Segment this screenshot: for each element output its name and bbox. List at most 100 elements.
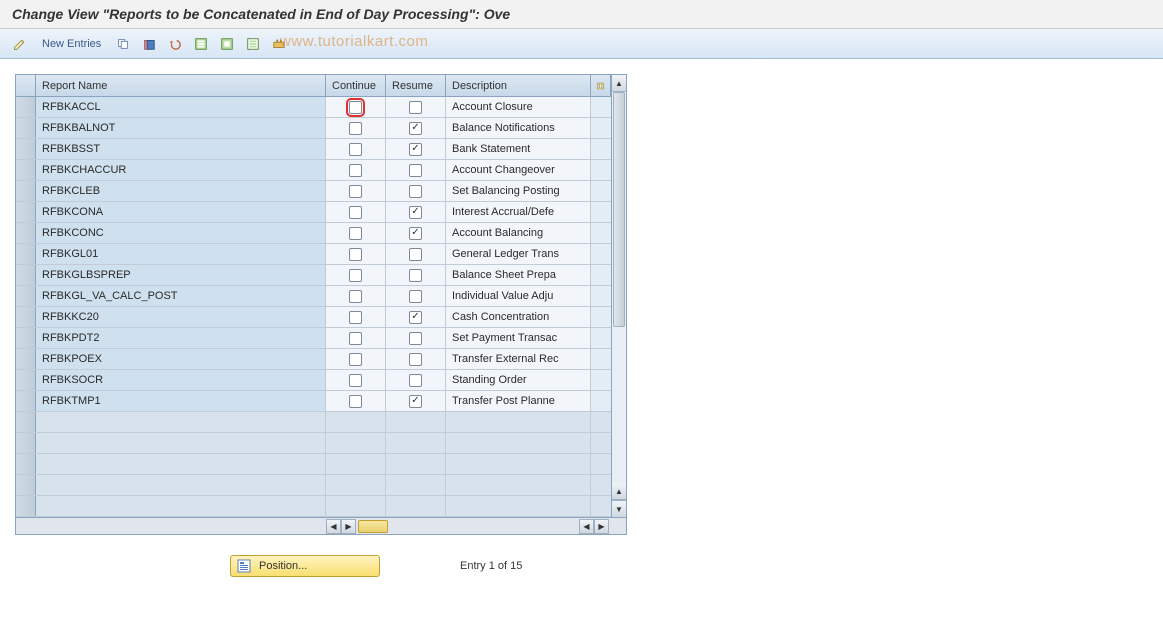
hscroll-right2-button[interactable]: ▶ — [594, 519, 609, 534]
continue-checkbox[interactable] — [349, 143, 362, 156]
resume-checkbox[interactable] — [409, 185, 422, 198]
scroll-thumb[interactable] — [613, 92, 625, 327]
deselect-all-icon[interactable] — [243, 34, 263, 54]
cell-description[interactable]: Transfer Post Planne — [446, 391, 591, 411]
row-selector[interactable] — [16, 349, 36, 369]
continue-checkbox[interactable] — [349, 185, 362, 198]
row-selector[interactable] — [16, 139, 36, 159]
resume-checkbox[interactable] — [409, 395, 422, 408]
row-selector[interactable] — [16, 391, 36, 411]
row-selector[interactable] — [16, 181, 36, 201]
row-selector[interactable] — [16, 97, 36, 117]
continue-checkbox[interactable] — [349, 290, 362, 303]
select-block-icon[interactable] — [217, 34, 237, 54]
col-header-description[interactable]: Description — [446, 75, 591, 96]
cell-description[interactable]: Balance Notifications — [446, 118, 591, 138]
scroll-down-near-button[interactable]: ▲ — [612, 483, 626, 500]
col-header-name[interactable]: Report Name — [36, 75, 326, 96]
resume-checkbox[interactable] — [409, 227, 422, 240]
resume-checkbox[interactable] — [409, 290, 422, 303]
cell-description[interactable]: Balance Sheet Prepa — [446, 265, 591, 285]
row-selector[interactable] — [16, 496, 36, 516]
resume-checkbox[interactable] — [409, 353, 422, 366]
cell-description[interactable]: Transfer External Rec — [446, 349, 591, 369]
row-selector[interactable] — [16, 118, 36, 138]
hscroll-left2-button[interactable]: ◀ — [579, 519, 594, 534]
undo-icon[interactable] — [165, 34, 185, 54]
delete-icon[interactable] — [139, 34, 159, 54]
row-selector[interactable] — [16, 202, 36, 222]
continue-checkbox[interactable] — [349, 248, 362, 261]
continue-checkbox[interactable] — [349, 206, 362, 219]
cell-report-name[interactable]: RFBKGL01 — [36, 244, 326, 264]
resume-checkbox[interactable] — [409, 248, 422, 261]
row-selector[interactable] — [16, 454, 36, 474]
resume-checkbox[interactable] — [409, 164, 422, 177]
row-selector[interactable] — [16, 370, 36, 390]
cell-report-name[interactable]: RFBKGLBSPREP — [36, 265, 326, 285]
resume-checkbox[interactable] — [409, 269, 422, 282]
row-selector[interactable] — [16, 475, 36, 495]
cell-report-name[interactable]: RFBKCLEB — [36, 181, 326, 201]
continue-checkbox[interactable] — [349, 164, 362, 177]
resume-checkbox[interactable] — [409, 122, 422, 135]
toggle-edit-icon[interactable] — [10, 34, 30, 54]
cell-description[interactable]: Set Balancing Posting — [446, 181, 591, 201]
resume-checkbox[interactable] — [409, 311, 422, 324]
hscroll-left-button[interactable]: ◀ — [326, 519, 341, 534]
row-selector[interactable] — [16, 223, 36, 243]
scroll-down-button[interactable]: ▼ — [612, 500, 626, 517]
cell-report-name[interactable]: RFBKPOEX — [36, 349, 326, 369]
cell-description[interactable]: Bank Statement — [446, 139, 591, 159]
cell-description[interactable]: Account Closure — [446, 97, 591, 117]
vertical-scrollbar[interactable]: ▲ ▲ ▼ — [611, 75, 626, 517]
col-header-continue[interactable]: Continue — [326, 75, 386, 96]
cell-report-name[interactable]: RFBKBALNOT — [36, 118, 326, 138]
resume-checkbox[interactable] — [409, 332, 422, 345]
continue-checkbox[interactable] — [349, 395, 362, 408]
scroll-track[interactable] — [612, 92, 626, 483]
position-button[interactable]: Position... — [230, 555, 380, 577]
cell-description[interactable]: Standing Order — [446, 370, 591, 390]
continue-checkbox[interactable] — [349, 101, 362, 114]
cell-description[interactable]: Account Changeover — [446, 160, 591, 180]
cell-description[interactable]: Interest Accrual/Defe — [446, 202, 591, 222]
row-selector[interactable] — [16, 412, 36, 432]
cell-description[interactable]: Account Balancing — [446, 223, 591, 243]
resume-checkbox[interactable] — [409, 143, 422, 156]
row-selector[interactable] — [16, 307, 36, 327]
col-header-config[interactable] — [591, 75, 611, 96]
cell-report-name[interactable]: RFBKCONC — [36, 223, 326, 243]
resume-checkbox[interactable] — [409, 206, 422, 219]
cell-report-name[interactable]: RFBKCONA — [36, 202, 326, 222]
continue-checkbox[interactable] — [349, 353, 362, 366]
continue-checkbox[interactable] — [349, 311, 362, 324]
cell-description[interactable]: Individual Value Adju — [446, 286, 591, 306]
continue-checkbox[interactable] — [349, 269, 362, 282]
hscroll-thumb[interactable] — [358, 520, 388, 533]
continue-checkbox[interactable] — [349, 332, 362, 345]
continue-checkbox[interactable] — [349, 227, 362, 240]
new-entries-button[interactable]: New Entries — [36, 38, 107, 50]
row-selector[interactable] — [16, 433, 36, 453]
select-all-icon[interactable] — [191, 34, 211, 54]
row-selector[interactable] — [16, 328, 36, 348]
hscroll-right-button[interactable]: ▶ — [341, 519, 356, 534]
cell-report-name[interactable]: RFBKPDT2 — [36, 328, 326, 348]
select-all-column[interactable] — [16, 75, 36, 96]
row-selector[interactable] — [16, 286, 36, 306]
row-selector[interactable] — [16, 244, 36, 264]
cell-report-name[interactable]: RFBKACCL — [36, 97, 326, 117]
row-selector[interactable] — [16, 160, 36, 180]
cell-report-name[interactable]: RFBKTMP1 — [36, 391, 326, 411]
scroll-up-button[interactable]: ▲ — [612, 75, 626, 92]
cell-description[interactable]: Set Payment Transac — [446, 328, 591, 348]
resume-checkbox[interactable] — [409, 374, 422, 387]
cell-report-name[interactable]: RFBKSOCR — [36, 370, 326, 390]
continue-checkbox[interactable] — [349, 374, 362, 387]
cell-description[interactable]: General Ledger Trans — [446, 244, 591, 264]
cell-report-name[interactable]: RFBKKC20 — [36, 307, 326, 327]
cell-description[interactable]: Cash Concentration — [446, 307, 591, 327]
continue-checkbox[interactable] — [349, 122, 362, 135]
row-selector[interactable] — [16, 265, 36, 285]
